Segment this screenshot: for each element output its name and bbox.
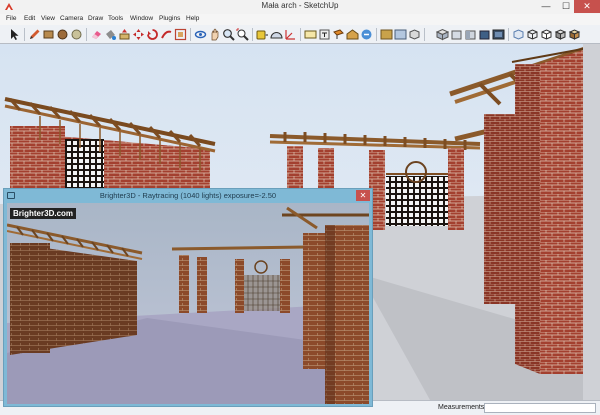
menu-bar: File Edit View Camera Draw Tools Window …: [0, 14, 600, 25]
protractor-icon[interactable]: [270, 28, 283, 41]
iso-view-icon[interactable]: [408, 28, 421, 41]
eraser-icon[interactable]: [90, 28, 103, 41]
measurements-label: Measurements: [438, 404, 485, 411]
render-window[interactable]: Brighter3D - Raytracing (1040 lights) ex…: [3, 188, 373, 407]
3d-warehouse-icon[interactable]: [346, 28, 359, 41]
menu-draw[interactable]: Draw: [88, 15, 103, 22]
shaded-icon[interactable]: [554, 28, 567, 41]
window-title: Mała arch - SketchUp: [261, 1, 339, 10]
follow-me-icon[interactable]: [160, 28, 173, 41]
brighter3d-watermark: Brighter3D.com: [10, 208, 77, 219]
shaded-textures-icon[interactable]: [568, 28, 581, 41]
menu-edit[interactable]: Edit: [24, 15, 35, 22]
select-icon[interactable]: [8, 28, 21, 41]
move-icon[interactable]: [132, 28, 145, 41]
measurements-input[interactable]: [484, 403, 596, 413]
render-window-title: Brighter3D - Raytracing (1040 lights) ex…: [99, 191, 277, 200]
raytraced-image: [7, 203, 369, 404]
rotate-icon[interactable]: [146, 28, 159, 41]
zoom-icon[interactable]: [222, 28, 235, 41]
push-pull-icon[interactable]: [118, 28, 131, 41]
maximize-button[interactable]: ☐: [556, 0, 576, 13]
top-view-icon[interactable]: [436, 28, 449, 41]
wireframe-icon[interactable]: [526, 28, 539, 41]
render-view: Brighter3D.com: [7, 203, 369, 404]
title-bar: Mała arch - SketchUp — ☐ ✕: [0, 0, 600, 14]
menu-file[interactable]: File: [6, 15, 16, 22]
offset-icon[interactable]: [174, 28, 187, 41]
menu-tools[interactable]: Tools: [108, 15, 123, 22]
menu-help[interactable]: Help: [186, 15, 199, 22]
polygon-icon[interactable]: [70, 28, 83, 41]
menu-window[interactable]: Window: [130, 15, 153, 22]
minimize-button[interactable]: —: [536, 0, 556, 13]
section-plane-icon[interactable]: [332, 28, 345, 41]
zoom-extents-icon[interactable]: [236, 28, 249, 41]
left-view-icon[interactable]: [492, 28, 505, 41]
orbit-icon[interactable]: [194, 28, 207, 41]
components-icon[interactable]: [360, 28, 373, 41]
pan-icon[interactable]: [208, 28, 221, 41]
render-close-button[interactable]: ✕: [356, 190, 370, 201]
paint-bucket-icon[interactable]: [104, 28, 117, 41]
menu-view[interactable]: View: [41, 15, 55, 22]
circle-icon[interactable]: [56, 28, 69, 41]
axes-icon[interactable]: [284, 28, 297, 41]
tape-measure-icon[interactable]: [256, 28, 269, 41]
close-button[interactable]: ✕: [574, 0, 600, 13]
main-toolbar: [0, 25, 600, 44]
xray-icon[interactable]: [512, 28, 525, 41]
pencil-icon[interactable]: [28, 28, 41, 41]
rectangle-icon[interactable]: [42, 28, 55, 41]
share-model-icon[interactable]: [394, 28, 407, 41]
menu-camera[interactable]: Camera: [60, 15, 83, 22]
extension-icon[interactable]: [380, 28, 393, 41]
back-view-icon[interactable]: [478, 28, 491, 41]
dimension-icon[interactable]: [304, 28, 317, 41]
sketchup-window: Mała arch - SketchUp — ☐ ✕ File Edit Vie…: [0, 0, 600, 415]
text-icon[interactable]: [318, 28, 331, 41]
front-view-icon[interactable]: [450, 28, 463, 41]
hidden-line-icon[interactable]: [540, 28, 553, 41]
menu-plugins[interactable]: Plugins: [159, 15, 180, 22]
right-view-icon[interactable]: [464, 28, 477, 41]
